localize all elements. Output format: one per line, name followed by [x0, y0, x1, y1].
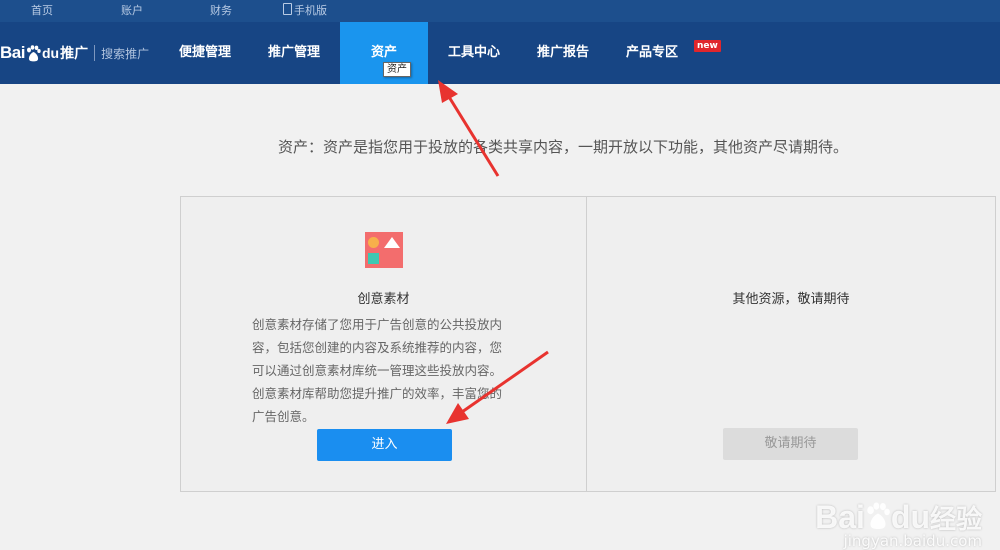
top-link-finance[interactable]: 财务	[210, 2, 232, 18]
watermark-brand-jingyan: 经验	[929, 504, 982, 534]
watermark-paw-icon	[865, 501, 891, 529]
top-link-account[interactable]: 账户	[121, 2, 143, 18]
logo-subtitle: 搜索推广	[101, 46, 150, 61]
main-navbar: Bai du 推广 搜索推广 便捷管理 推广管理 资产 工具中心 推广报告 产品…	[0, 22, 1000, 84]
watermark-brand-du: du	[890, 499, 930, 535]
logo-product-name: 推广	[60, 46, 89, 62]
nav-tab-tool-center[interactable]: 工具中心	[436, 22, 512, 84]
baidu-tuiguang-logo[interactable]: Bai du 推广 搜索推广	[0, 22, 149, 84]
baidu-paw-icon	[26, 44, 41, 62]
assets-description: 资产：资产是指您用于投放的各类共享内容，一期开放以下功能，其他资产尽请期待。	[278, 138, 849, 156]
top-link-mobile[interactable]: 手机版	[283, 2, 327, 18]
creative-material-icon	[365, 232, 403, 268]
card-divider	[586, 197, 587, 491]
assets-tooltip: 资产	[383, 62, 411, 77]
nav-tab-products-label: 产品专区	[625, 45, 678, 60]
other-resources-title: 其他资源，敬请期待	[732, 292, 850, 307]
creative-material-title: 创意素材	[357, 292, 410, 307]
coming-soon-button: 敬请期待	[723, 428, 858, 460]
logo-divider	[94, 45, 96, 61]
logo-text-du: du	[41, 45, 60, 61]
top-link-home[interactable]: 首页	[31, 2, 53, 18]
annotation-arrow-to-tab	[438, 80, 500, 177]
new-badge: new	[694, 40, 721, 52]
asset-cards-panel: 创意素材 创意素材存储了您用于广告创意的公共投放内容，包括您创建的内容及系统推荐…	[180, 196, 996, 492]
logo-text-bai: Bai	[0, 43, 25, 62]
top-link-mobile-label: 手机版	[294, 4, 327, 17]
mobile-icon	[283, 3, 292, 15]
watermark-brand: Bai	[815, 499, 865, 535]
nav-tab-promotion-management[interactable]: 推广管理	[256, 22, 332, 84]
top-links-bar: 首页 账户 财务 手机版	[0, 0, 1000, 22]
nav-tab-products[interactable]: 产品专区 new	[614, 22, 721, 84]
baidu-jingyan-watermark: Bai du经验 jingyan.baidu.com	[815, 499, 982, 550]
creative-material-description: 创意素材存储了您用于广告创意的公共投放内容，包括您创建的内容及系统推荐的内容，您…	[252, 317, 503, 424]
nav-tab-quick-management[interactable]: 便捷管理	[167, 22, 243, 84]
nav-tab-reports[interactable]: 推广报告	[525, 22, 601, 84]
enter-button[interactable]: 进入	[317, 429, 452, 461]
